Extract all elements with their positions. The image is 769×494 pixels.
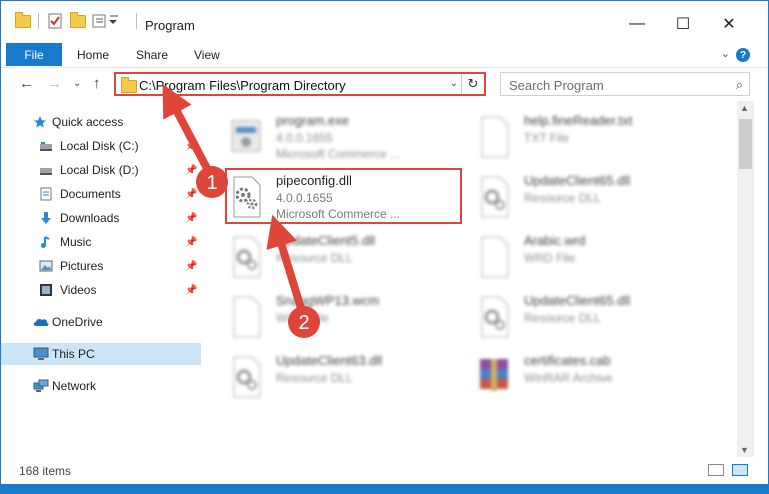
exe-icon	[231, 120, 261, 152]
sidebar-item-documents[interactable]: Documents 📌	[1, 183, 201, 205]
expand-ribbon-icon[interactable]: ⌄	[721, 47, 730, 60]
explorer-window: Program — ☐ ✕ File Home Share View ⌄ ? ←…	[0, 0, 769, 494]
sidebar-item-quick-access[interactable]: Quick access	[1, 111, 201, 133]
address-path[interactable]: C:\Program Files\Program Directory	[139, 78, 346, 93]
onedrive-icon	[33, 318, 49, 326]
folder-icon	[15, 11, 31, 31]
search-input[interactable]: Search Program ⌕	[500, 72, 750, 96]
window-title: Program	[145, 18, 195, 33]
pin-icon[interactable]: 📌	[185, 189, 197, 200]
forward-arrow-icon[interactable]: →	[47, 75, 62, 92]
back-arrow-icon[interactable]: ←	[19, 75, 34, 92]
sidebar-item-local-disk-c[interactable]: Local Disk (C:) 📌	[1, 135, 201, 157]
sidebar-item-videos[interactable]: Videos 📌	[1, 279, 201, 301]
pipeconfig-highlight-box	[225, 168, 462, 224]
sidebar-item-network[interactable]: Network	[1, 375, 201, 397]
tab-share[interactable]: Share	[136, 48, 168, 62]
sidebar-item-music[interactable]: Music 📌	[1, 231, 201, 253]
pin-icon[interactable]: 📌	[185, 165, 197, 176]
pin-icon[interactable]: 📌	[185, 141, 197, 152]
ribbon: File Home Share View ⌄ ?	[1, 39, 768, 68]
close-button[interactable]: ✕	[706, 9, 752, 39]
recent-locations-icon[interactable]: ⌄	[73, 78, 81, 89]
sidebar-item-local-disk-d[interactable]: Local Disk (D:) 📌	[1, 159, 201, 181]
maximize-button[interactable]: ☐	[660, 9, 706, 39]
pin-icon[interactable]: 📌	[185, 213, 197, 224]
file-item[interactable]: program.exe 4.0.0.1655 Microsoft Commerc…	[226, 109, 466, 165]
address-bar[interactable]: C:\Program Files\Program Directory ⌄ ↻	[114, 72, 486, 96]
item-count: 168 items	[19, 464, 72, 478]
dll-icon	[481, 296, 509, 338]
documents-icon	[40, 187, 52, 201]
properties-icon[interactable]	[48, 11, 62, 31]
downloads-icon	[41, 212, 51, 224]
desktop-strip	[0, 484, 769, 494]
file-item[interactable]: UpdateClient5.dll Resource DLL	[226, 229, 466, 285]
generic-file-icon	[233, 296, 261, 338]
pictures-icon	[39, 260, 53, 272]
music-icon	[41, 236, 50, 248]
file-item[interactable]: UpdateClient63.dll Resource DLL	[226, 349, 466, 405]
up-arrow-icon[interactable]: ↑	[93, 75, 101, 92]
drive-icon	[40, 168, 52, 175]
sidebar-item-downloads[interactable]: Downloads 📌	[1, 207, 201, 229]
navigation-bar: ← → ⌄ ↑ C:\Program Files\Program Directo…	[1, 67, 768, 103]
pc-icon	[33, 347, 49, 360]
address-dropdown-icon[interactable]: ⌄	[450, 78, 458, 89]
sidebar-item-this-pc[interactable]: This PC	[1, 343, 201, 365]
sidebar-item-onedrive[interactable]: OneDrive	[1, 311, 201, 333]
help-icon[interactable]: ?	[736, 48, 750, 62]
vertical-scrollbar[interactable]: ▲ ▼	[737, 101, 754, 457]
text-file-icon	[481, 116, 509, 158]
customize-quick-access-icon[interactable]	[92, 11, 122, 31]
pin-icon[interactable]: 📌	[185, 261, 197, 272]
file-list: program.exe 4.0.0.1655 Microsoft Commerc…	[204, 105, 737, 457]
search-icon[interactable]: ⌕	[736, 77, 743, 93]
minimize-button[interactable]: —	[614, 9, 660, 39]
file-item[interactable]: certificates.cab WinRAR Archive	[474, 349, 714, 405]
scrollbar-thumb[interactable]	[739, 119, 752, 169]
file-item[interactable]: SnaggWP13.wcm WCM File	[226, 289, 466, 345]
pin-icon[interactable]: 📌	[185, 285, 197, 296]
tab-home[interactable]: Home	[77, 48, 109, 62]
status-bar: 168 items	[1, 459, 768, 481]
star-icon	[34, 116, 46, 128]
file-item[interactable]: Arabic.wrd WRD File	[474, 229, 714, 285]
tab-view[interactable]: View	[194, 48, 220, 62]
scroll-up-icon[interactable]: ▲	[740, 103, 749, 113]
drive-icon	[40, 142, 52, 151]
dll-icon	[233, 236, 261, 278]
generic-file-icon	[481, 236, 509, 278]
winrar-icon	[480, 359, 508, 391]
large-icons-view-icon[interactable]	[732, 464, 748, 476]
scroll-down-icon[interactable]: ▼	[740, 445, 749, 455]
navigation-pane: Quick access Local Disk (C:) 📌 Local Dis…	[1, 105, 201, 455]
dll-icon	[481, 176, 509, 218]
file-item[interactable]: UpdateClient65.dll Resource DLL	[474, 289, 714, 345]
file-item[interactable]: UpdateClient65.dll Resource DLL	[474, 169, 714, 225]
title-bar: Program — ☐ ✕	[1, 1, 768, 39]
sidebar-item-pictures[interactable]: Pictures 📌	[1, 255, 201, 277]
new-folder-icon[interactable]	[70, 11, 86, 31]
dll-icon	[233, 356, 261, 398]
search-placeholder: Search Program	[509, 78, 604, 93]
address-folder-icon	[121, 77, 137, 93]
pin-icon[interactable]: 📌	[185, 237, 197, 248]
details-view-icon[interactable]	[708, 464, 724, 476]
tab-file[interactable]: File	[6, 43, 62, 66]
refresh-icon[interactable]: ↻	[461, 74, 484, 94]
file-item[interactable]: help.fineReader.txt TXT File	[474, 109, 714, 165]
network-icon	[33, 379, 49, 392]
videos-icon	[40, 284, 52, 296]
